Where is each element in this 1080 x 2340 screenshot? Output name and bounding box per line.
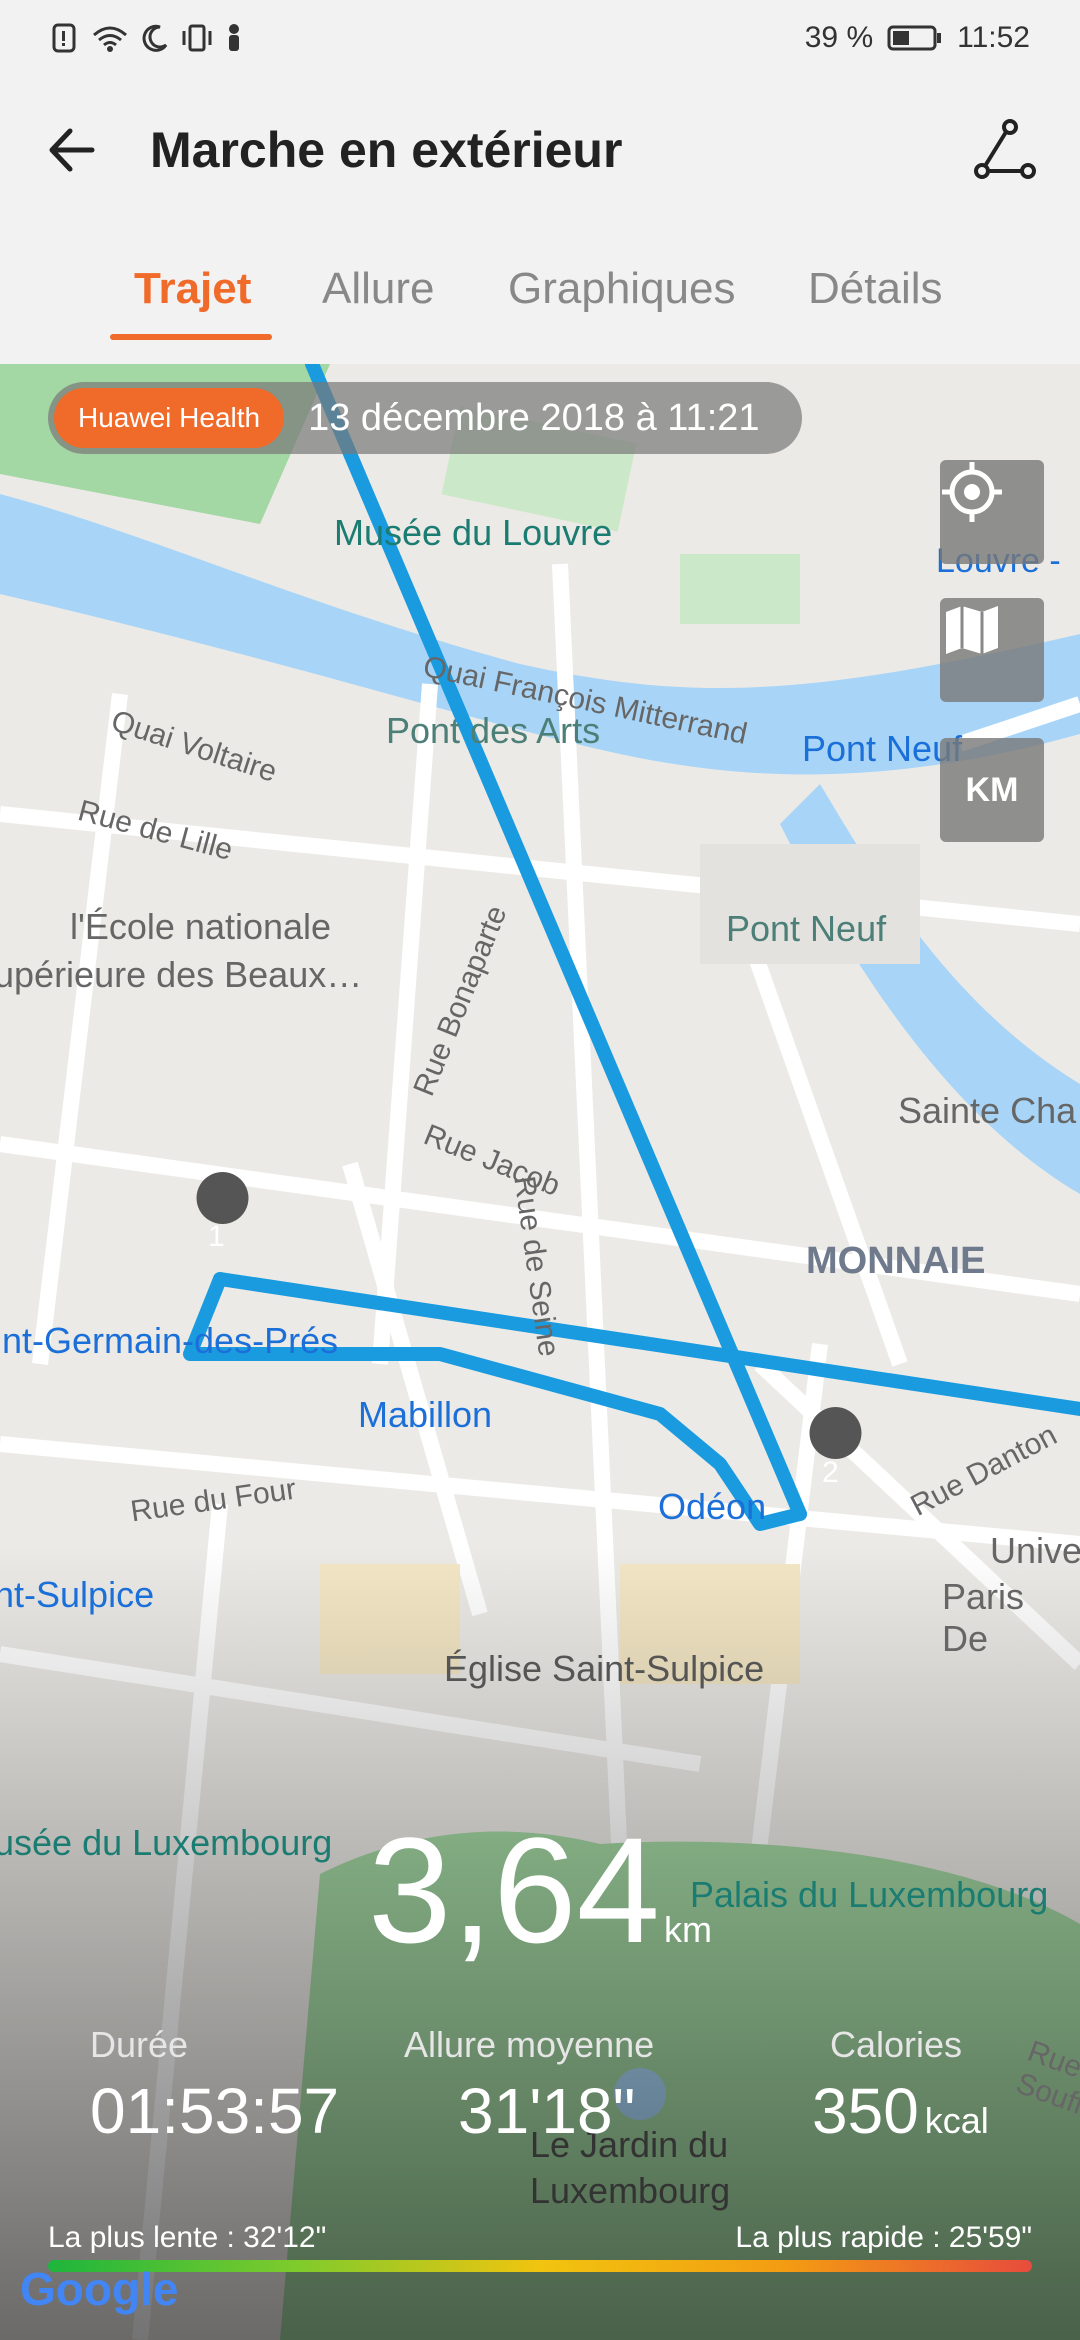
- louvre-garden: [680, 554, 800, 624]
- label-pont-neuf-station: Pont Neuf: [802, 728, 963, 769]
- duration-label: Durée: [90, 2024, 189, 2065]
- slowest-pace: La plus lente : 32'12": [48, 2221, 327, 2254]
- status-icons: [0, 23, 244, 53]
- pace-metric: Allure moyenne 31'18": [404, 2024, 654, 2148]
- back-arrow-icon[interactable]: [40, 115, 110, 185]
- marker-2-pin: [809, 1407, 862, 1459]
- label-monnaie: MONNAIE: [806, 1240, 986, 1282]
- calories-unit: kcal: [924, 2100, 989, 2141]
- route-map[interactable]: Musée du Louvre Louvre - Pont des Arts P…: [0, 364, 1080, 2340]
- map-icon: [946, 606, 998, 654]
- route-share-icon[interactable]: [970, 115, 1040, 185]
- distance-unit: km: [663, 1909, 712, 1950]
- marker-2[interactable]: 2: [822, 1456, 839, 1490]
- label-eglise: Église Saint-Sulpice: [444, 1648, 765, 1689]
- tab-allure[interactable]: Allure: [322, 264, 435, 314]
- label-ecole-2: upérieure des Beaux…: [0, 954, 363, 995]
- distance-display: 3,64 km: [0, 1804, 1080, 1977]
- pace-range: La plus lente : 32'12" La plus rapide : …: [0, 2221, 1080, 2261]
- marker-1-pin: [196, 1172, 249, 1224]
- workout-date: 13 décembre 2018 à 11:21: [308, 396, 760, 439]
- battery-percent: 39 %: [804, 21, 874, 54]
- map-style-button[interactable]: [940, 598, 1044, 702]
- label-mabillon: Mabillon: [358, 1394, 493, 1435]
- distance-value: 3,64: [368, 1806, 660, 1974]
- duration-value: 01:53:57: [90, 2075, 340, 2147]
- calories-label: Calories: [830, 2024, 963, 2065]
- status-bar: 39 % 11:52: [0, 0, 1080, 76]
- crosshair-icon: [942, 462, 1002, 522]
- clock: 11:52: [957, 21, 1030, 54]
- marker-1[interactable]: 1: [208, 1220, 225, 1254]
- active-tab-indicator: [110, 334, 272, 340]
- calories-value: 350: [812, 2075, 919, 2147]
- duration-metric: Durée 01:53:57: [90, 2024, 339, 2148]
- calories-metric: Calories 350 kcal: [812, 2024, 989, 2148]
- page-title: Marche en extérieur: [150, 122, 623, 178]
- alert-icon: [52, 23, 76, 53]
- label-pont-arts: Pont des Arts: [386, 710, 601, 751]
- tab-graphiques[interactable]: Graphiques: [508, 264, 735, 314]
- label-ecole: l'École nationale: [70, 906, 332, 947]
- wifi-icon: [93, 26, 127, 52]
- vibrate-icon: [182, 24, 212, 52]
- label-odeon: Odéon: [658, 1486, 767, 1527]
- battery-icon: [887, 25, 942, 51]
- person-icon: [229, 24, 239, 51]
- label-universite-1: Unive: [990, 1530, 1080, 1571]
- pace-label: Allure moyenne: [404, 2024, 655, 2065]
- status-right: 39 % 11:52: [805, 21, 1080, 55]
- tab-bar: Trajet Allure Graphiques Détails: [0, 224, 1080, 364]
- label-louvre: Musée du Louvre: [334, 512, 613, 553]
- app-header: Marche en extérieur: [0, 76, 1080, 224]
- brand-badge: Huawei Health: [54, 388, 285, 448]
- pace-value: 31'18": [458, 2075, 636, 2147]
- pace-gradient-bar: [48, 2260, 1032, 2272]
- label-saint-germain: int-Germain-des-Prés: [0, 1320, 339, 1361]
- fastest-pace: La plus rapide : 25'59": [735, 2221, 1032, 2254]
- tab-trajet[interactable]: Trajet: [134, 264, 251, 314]
- label-sainte: Sainte Cha: [898, 1090, 1077, 1131]
- moon-icon: [142, 24, 168, 52]
- label-universite-2: Paris De: [942, 1576, 1025, 1659]
- tab-details[interactable]: Détails: [808, 264, 943, 314]
- locate-button[interactable]: [940, 460, 1044, 564]
- label-saint-sulpice: nt-Sulpice: [0, 1574, 155, 1615]
- label-pont-neuf: Pont Neuf: [726, 908, 887, 949]
- google-logo: Google: [20, 2263, 179, 2315]
- date-pill: Huawei Health 13 décembre 2018 à 11:21: [48, 382, 802, 454]
- km-button[interactable]: KM: [940, 738, 1044, 842]
- workout-summary: 3,64 km Durée 01:53:57 Allure moyenne 31'…: [0, 1744, 1080, 2340]
